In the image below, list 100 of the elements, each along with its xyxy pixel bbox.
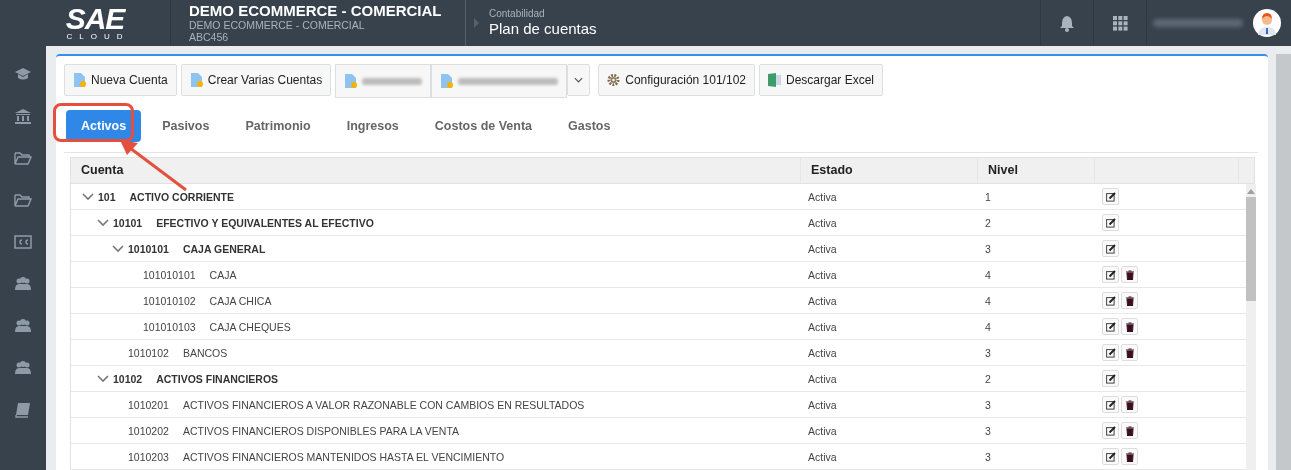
delete-button[interactable] (1121, 292, 1138, 309)
logo: SAE CLOUD (64, 0, 131, 43)
delete-button[interactable] (1121, 422, 1138, 439)
table-cell-text: Activa (807, 372, 838, 385)
chevron-down-icon[interactable] (97, 374, 109, 383)
breadcrumb-section: Contabilidad (489, 8, 597, 20)
user-avatar[interactable] (1253, 9, 1281, 37)
account-code: 1010203 (128, 450, 169, 463)
account-code: 101010103 (143, 320, 196, 333)
edit-icon (1105, 243, 1116, 254)
table-cell-text: 3 (984, 450, 992, 463)
edit-button[interactable] (1102, 396, 1119, 413)
table-cell-text: 2 (984, 216, 992, 229)
edit-icon (1105, 399, 1116, 410)
document-icon (344, 74, 358, 88)
edit-button[interactable] (1102, 214, 1119, 231)
edit-icon (1105, 425, 1116, 436)
toolbar-button[interactable]: Descargar Excel (759, 64, 883, 96)
edit-icon (1105, 191, 1116, 202)
cc-icon[interactable] (14, 234, 32, 250)
account-name: ACTIVOS FINANCIEROS (156, 372, 279, 385)
bank-icon[interactable] (14, 108, 32, 124)
group-icon[interactable] (14, 276, 32, 292)
account-code: 101010101 (143, 268, 196, 281)
edit-button[interactable] (1102, 422, 1119, 439)
delete-button[interactable] (1121, 266, 1138, 283)
delete-button[interactable] (1121, 448, 1138, 465)
table-cell-text: 4 (984, 320, 992, 333)
folder-icon[interactable] (14, 192, 32, 208)
tab[interactable]: Patrimonio (230, 110, 326, 142)
edit-button[interactable] (1102, 448, 1119, 465)
caret-icon (574, 77, 584, 83)
account-name: ACTIVOS FINANCIEROS A VALOR RAZONABLE CON CAMBIOS EN RESULTADOS (182, 398, 585, 411)
account-name: CAJA CHEQUES (209, 320, 291, 333)
folder-icon[interactable] (14, 150, 32, 166)
table-cell-text: Activa (807, 294, 838, 307)
group-icon[interactable] (14, 318, 32, 334)
table-cell-text: 2 (984, 372, 992, 385)
delete-button[interactable] (1121, 318, 1138, 335)
tab[interactable]: Costos de Venta (419, 110, 548, 142)
chevron-down-icon[interactable] (112, 244, 124, 253)
edit-button[interactable] (1102, 344, 1119, 361)
account-name: CAJA CHICA (209, 294, 272, 307)
account-name: EFECTIVO Y EQUIVALENTES AL EFECTIVO (156, 216, 374, 229)
spreadsheet-icon (768, 73, 781, 87)
apps-grid-icon[interactable] (1112, 15, 1128, 31)
company-name: DEMO ECOMMERCE - COMERCIAL (189, 3, 443, 19)
edit-button[interactable] (1102, 266, 1119, 283)
account-code: 101 (98, 190, 116, 203)
graduation-cap-icon[interactable] (14, 66, 32, 82)
toolbar-button[interactable]: Nueva Cuenta (64, 64, 177, 96)
edit-button[interactable] (1102, 292, 1119, 309)
page-scrollbar[interactable] (1276, 54, 1291, 470)
tab[interactable]: Ingresos (331, 110, 414, 142)
table-cell-text: 3 (984, 398, 992, 411)
column-header: Estado (801, 158, 978, 183)
account-code: 1010102 (128, 346, 169, 359)
tab[interactable]: Gastos (553, 110, 626, 142)
edit-button[interactable] (1102, 370, 1119, 387)
delete-button[interactable] (1121, 396, 1138, 413)
trash-icon (1124, 347, 1135, 358)
trash-icon (1124, 269, 1135, 280)
toolbar-button[interactable]: Crear Varias Cuentas (180, 64, 332, 96)
table-cell-text: 4 (984, 268, 992, 281)
document-icon (73, 73, 86, 87)
trash-icon (1124, 451, 1135, 462)
table-cell-text: Activa (807, 216, 838, 229)
account-name: CAJA GENERAL (182, 242, 266, 255)
table-cell-text: 3 (984, 346, 992, 359)
trash-icon (1124, 425, 1135, 436)
table-cell-text: Activa (807, 424, 838, 437)
bell-icon[interactable] (1059, 14, 1075, 32)
table-cell-text: 3 (984, 242, 992, 255)
account-code: 1010202 (128, 424, 169, 437)
table-cell-text: Activa (807, 242, 838, 255)
table-cell-text: Activa (807, 268, 838, 281)
edit-button[interactable] (1102, 240, 1119, 257)
edit-icon (1105, 451, 1116, 462)
account-code: 1010201 (128, 398, 169, 411)
account-name: BANCOS (182, 346, 228, 359)
table-cell-text: 1 (984, 190, 992, 203)
table-cell-text: Activa (807, 450, 838, 463)
chevron-down-icon[interactable] (97, 218, 109, 227)
group-icon[interactable] (14, 360, 32, 376)
edit-icon (1105, 295, 1116, 306)
toolbar-button[interactable]: Configuración 101/102 (598, 64, 755, 96)
chevron-down-icon[interactable] (82, 192, 94, 201)
account-name: CAJA (209, 268, 237, 281)
table-cell-text: Activa (807, 346, 838, 359)
delete-button[interactable] (1121, 344, 1138, 361)
edit-button[interactable] (1102, 188, 1119, 205)
book-icon[interactable] (14, 402, 32, 418)
table-cell-text: 4 (984, 294, 992, 307)
scrollbar[interactable] (1246, 184, 1256, 470)
trash-icon (1124, 399, 1135, 410)
edit-button[interactable] (1102, 318, 1119, 335)
tab[interactable]: Pasivos (147, 110, 225, 142)
tab[interactable]: Activos (66, 110, 142, 142)
account-code: 101010102 (143, 294, 196, 307)
account-name: ACTIVO CORRIENTE (129, 190, 234, 203)
